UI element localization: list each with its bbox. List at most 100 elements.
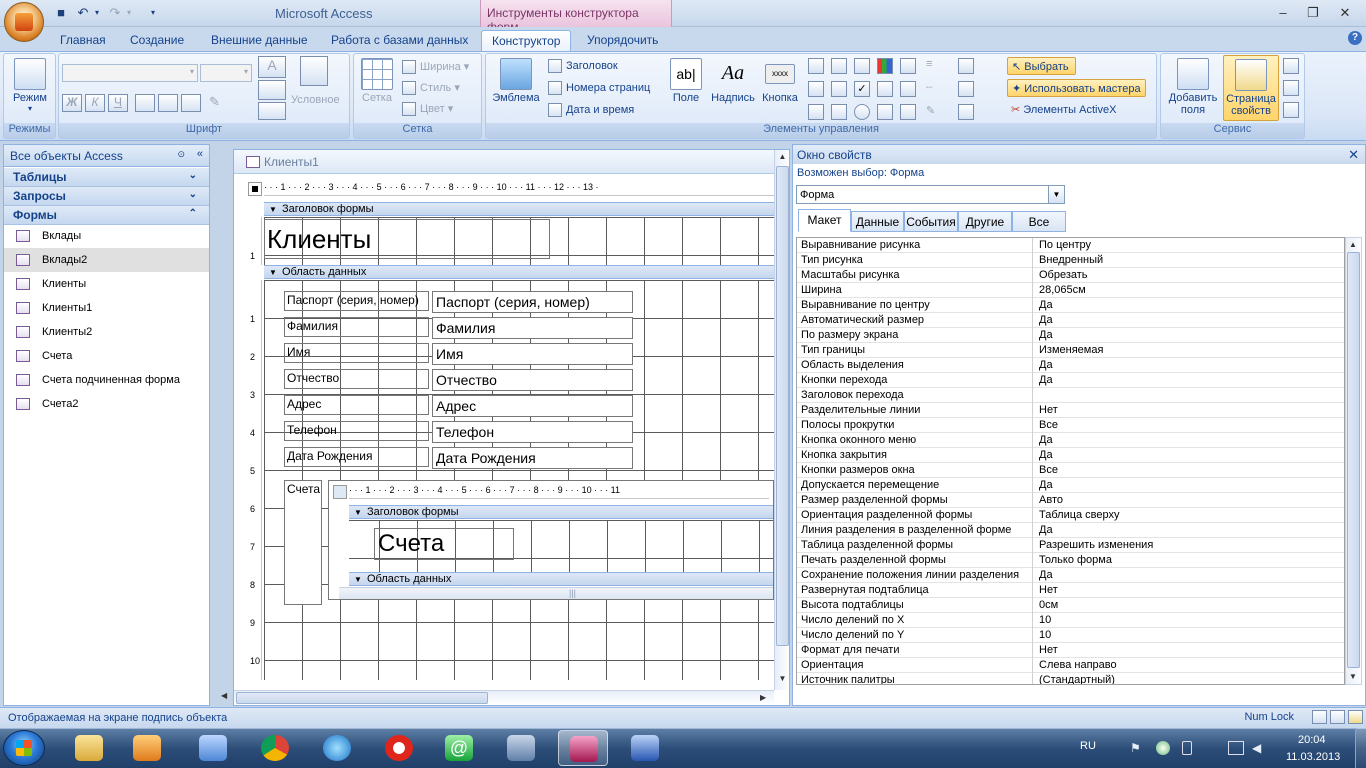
chevron-down-icon[interactable]: ▼ bbox=[1048, 186, 1064, 203]
language-indicator[interactable]: RU bbox=[1080, 740, 1096, 752]
field-label[interactable]: Имя bbox=[284, 343, 429, 363]
subform-header-area[interactable]: Счета bbox=[349, 520, 773, 572]
hscroll-thumb[interactable] bbox=[236, 692, 488, 704]
property-row[interactable]: Тип рисунка Внедренный bbox=[797, 253, 1344, 268]
property-value[interactable]: Нет bbox=[1039, 403, 1058, 417]
property-value[interactable]: Да bbox=[1039, 298, 1053, 312]
scroll-thumb[interactable] bbox=[776, 166, 789, 646]
field-label[interactable]: Отчество bbox=[284, 369, 429, 389]
font-name-combo[interactable]: ▾ bbox=[62, 64, 198, 82]
property-row[interactable]: Формат для печати Нет bbox=[797, 643, 1344, 658]
field-textbox[interactable]: Отчество bbox=[432, 369, 633, 391]
activex-button[interactable]: ✂ Элементы ActiveX bbox=[1011, 101, 1116, 119]
title-button[interactable]: Заголовок bbox=[548, 57, 618, 75]
field-textbox[interactable]: Дата Рождения bbox=[432, 447, 633, 469]
undo-icon[interactable]: ↶ bbox=[74, 4, 92, 22]
property-value[interactable]: Да bbox=[1039, 448, 1053, 462]
property-value[interactable]: Да bbox=[1039, 358, 1053, 372]
property-row[interactable]: Масштабы рисунка Обрезать bbox=[797, 268, 1344, 283]
date-time-button[interactable]: Дата и время bbox=[548, 101, 634, 119]
add-fields-button[interactable]: Добавить поля bbox=[1164, 58, 1222, 116]
prop-tab-all[interactable]: Все bbox=[1012, 211, 1066, 232]
property-value[interactable]: Обрезать bbox=[1039, 268, 1088, 282]
align-center-icon[interactable] bbox=[158, 94, 178, 112]
prop-tab-other[interactable]: Другие bbox=[958, 211, 1012, 232]
code-icon[interactable] bbox=[1283, 102, 1299, 118]
underline-button[interactable]: Ч bbox=[108, 94, 128, 112]
align-left-icon[interactable] bbox=[135, 94, 155, 112]
customize-qat-icon[interactable]: ▾ bbox=[146, 4, 160, 22]
property-value[interactable]: Да bbox=[1039, 328, 1053, 342]
field-label[interactable]: Адрес bbox=[284, 395, 429, 415]
check-box-icon[interactable]: ✓ bbox=[854, 81, 870, 97]
taskbar-word[interactable] bbox=[620, 730, 670, 766]
form-header-bar[interactable]: Заголовок формы bbox=[264, 202, 774, 216]
property-row[interactable]: Размер разделенной формы Авто bbox=[797, 493, 1344, 508]
line-color-icon[interactable] bbox=[258, 102, 286, 120]
layout-view-switch-icon[interactable] bbox=[1330, 710, 1345, 724]
subform-title-label[interactable]: Счета bbox=[374, 528, 514, 560]
tab-design[interactable]: Конструктор bbox=[481, 30, 572, 52]
field-textbox[interactable]: Адрес bbox=[432, 395, 633, 417]
special-effect-icon[interactable] bbox=[958, 81, 974, 97]
network-flag-icon[interactable]: ⚑ bbox=[1130, 741, 1144, 755]
line-type-icon[interactable]: ┄ bbox=[926, 81, 952, 97]
font-color-icon[interactable]: A bbox=[258, 56, 286, 78]
redo-icon[interactable]: ↷ bbox=[106, 4, 124, 22]
property-value[interactable]: Нет bbox=[1039, 643, 1058, 657]
taskbar-mail-agent[interactable]: @ bbox=[434, 730, 484, 766]
close-property-sheet-icon[interactable]: ✕ bbox=[1348, 147, 1359, 163]
gridlines-button[interactable]: Сетка bbox=[358, 58, 396, 104]
form-title-label[interactable]: Клиенты bbox=[264, 219, 550, 259]
italic-button[interactable]: К bbox=[85, 94, 105, 112]
scroll-right-icon[interactable]: ▶ bbox=[760, 693, 766, 702]
close-icon[interactable]: ✕ bbox=[1332, 4, 1358, 22]
set-control-defaults-icon[interactable] bbox=[958, 58, 974, 74]
form-header-area[interactable]: Клиенты bbox=[264, 217, 774, 265]
prop-tab-format[interactable]: Макет bbox=[798, 209, 851, 232]
control-wizards-icon[interactable] bbox=[958, 104, 974, 120]
clock-time[interactable]: 20:04 bbox=[1298, 734, 1326, 746]
select-button[interactable]: ↖ Выбрать bbox=[1007, 57, 1076, 75]
textbox-control-button[interactable]: ab| Поле bbox=[668, 58, 704, 104]
property-value[interactable]: 0см bbox=[1039, 598, 1058, 612]
design-doc-tab[interactable]: Клиенты1 bbox=[234, 150, 789, 174]
property-row[interactable]: Развернутая подтаблица Нет bbox=[797, 583, 1344, 598]
subform-selector[interactable] bbox=[333, 485, 347, 499]
form-view-switch-icon[interactable] bbox=[1312, 710, 1327, 724]
taskbar-opera[interactable] bbox=[374, 730, 424, 766]
prop-tab-data[interactable]: Данные bbox=[851, 211, 904, 232]
property-row[interactable]: Печать разделенной формы Только форма bbox=[797, 553, 1344, 568]
property-row[interactable]: Высота подтаблицы 0см bbox=[797, 598, 1344, 613]
unbound-object-icon[interactable] bbox=[877, 81, 893, 97]
page-numbers-button[interactable]: Номера страниц bbox=[548, 79, 650, 97]
property-row[interactable]: Заголовок перехода bbox=[797, 388, 1344, 403]
tab-database-tools[interactable]: Работа с базами данных bbox=[321, 30, 478, 51]
grid-color-button[interactable]: Цвет ▾ bbox=[402, 100, 453, 118]
property-row[interactable]: Источник палитры (Стандартный) bbox=[797, 673, 1344, 684]
property-row[interactable]: По размеру экрана Да bbox=[797, 328, 1344, 343]
property-row[interactable]: Число делений по Y 10 bbox=[797, 628, 1344, 643]
property-value[interactable]: Все bbox=[1039, 418, 1058, 432]
view-mode-button[interactable]: Режим ▾ bbox=[8, 58, 52, 113]
office-button[interactable] bbox=[4, 2, 44, 42]
insert-page-icon[interactable] bbox=[900, 81, 916, 97]
property-row[interactable]: Допускается перемещение Да bbox=[797, 478, 1344, 493]
property-row[interactable]: Линия разделения в разделенной форме Да bbox=[797, 523, 1344, 538]
logo-button[interactable]: Эмблема bbox=[490, 58, 542, 104]
design-vscrollbar[interactable]: ▲ ▼ bbox=[774, 150, 789, 690]
list-box-icon[interactable] bbox=[808, 81, 824, 97]
subform-detail-bar[interactable]: Область данных bbox=[349, 572, 773, 586]
start-button[interactable] bbox=[3, 730, 45, 766]
property-row[interactable]: Кнопка оконного меню Да bbox=[797, 433, 1344, 448]
fill-color-icon[interactable] bbox=[258, 80, 286, 100]
field-textbox[interactable]: Фамилия bbox=[432, 317, 633, 339]
subform-hscrollbar[interactable]: ||| bbox=[339, 587, 773, 599]
property-row[interactable]: Ориентация Слева направо bbox=[797, 658, 1344, 673]
line-thickness-icon[interactable]: ≡ bbox=[926, 58, 952, 74]
property-row[interactable]: Тип границы Изменяемая bbox=[797, 343, 1344, 358]
subform-icon[interactable] bbox=[1283, 80, 1299, 96]
conditional-format-icon[interactable] bbox=[300, 56, 328, 86]
line-color-pen-icon[interactable]: ✎ bbox=[926, 104, 952, 120]
property-value[interactable]: По центру bbox=[1039, 238, 1091, 252]
